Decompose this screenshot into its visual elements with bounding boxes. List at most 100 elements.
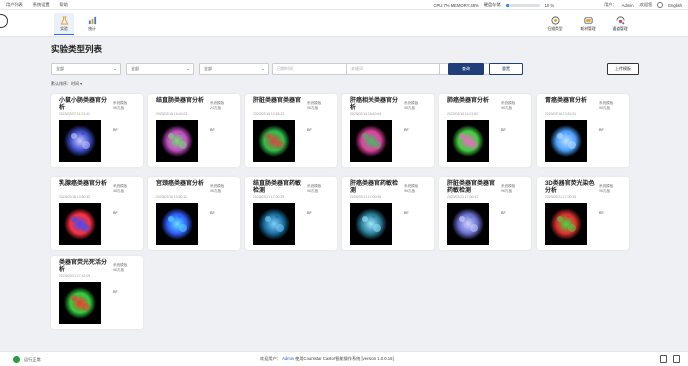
experiment-card[interactable]: 结直肠类器官分析 2023/02/16 16:40:03 系统模板 24孔板 BF xyxy=(148,94,240,167)
search-button[interactable]: 查询 xyxy=(448,63,484,75)
menu-help[interactable]: 帮助 xyxy=(60,2,68,8)
card-title: 胃癌类器官分析 xyxy=(545,98,588,104)
experiment-card[interactable]: 3D类器官荧光染色分析 2023/02/21 17:00:25 系统模板 96孔板 BF xyxy=(537,177,629,250)
welcome-text: ,欢迎您 xyxy=(638,2,653,7)
card-plate-type: 48孔板 xyxy=(113,189,125,193)
user-name[interactable]: Admin xyxy=(622,3,634,8)
tool-channels-label: 通道管理 xyxy=(612,27,628,31)
footer-welcome: 欢迎用户： xyxy=(260,356,281,361)
card-date: 2023/02/16 10:25:23 xyxy=(253,112,285,116)
card-channel: BF xyxy=(404,211,409,215)
card-meta: 系统模板 96孔板 xyxy=(113,263,127,273)
chevron-down-icon: ⌄ xyxy=(185,66,190,72)
channel-icon xyxy=(615,15,625,25)
card-title: 小鼠小肠类器官分析 xyxy=(59,98,108,111)
footer-actions xyxy=(660,355,680,363)
tool-experiment[interactable]: 实验 xyxy=(54,13,74,35)
card-plate-type: 96孔板 xyxy=(501,106,513,110)
card-channel: BF xyxy=(307,211,312,215)
card-meta: 系统模板 96孔板 xyxy=(113,101,127,111)
filter-select-3[interactable]: 全部 ⌄ xyxy=(199,63,269,75)
experiment-card[interactable]: 肝脏类器官类器官 2023/02/16 10:25:23 系统模板 96孔板 BF xyxy=(245,94,337,167)
run-status: 运行正常 xyxy=(13,356,41,363)
card-title: 肝癌类器官药敏检测 xyxy=(350,181,399,194)
card-meta: 系统模板 96孔板 xyxy=(599,101,613,111)
power-icon[interactable] xyxy=(657,2,664,8)
experiment-card[interactable]: 胃癌类器官分析 2023/02/16 10:51:51 系统模板 96孔板 BF xyxy=(537,94,629,167)
card-thumbnail xyxy=(545,120,587,162)
language-switch[interactable]: English xyxy=(668,3,682,8)
tool-statistics-label: 统计 xyxy=(88,27,96,31)
consumable-icon xyxy=(583,15,593,25)
filter-select-1-value: 全部 xyxy=(56,66,64,71)
card-plate-type: 96孔板 xyxy=(404,189,416,193)
sort-control[interactable]: 默认排序：时间 ▾ xyxy=(51,81,82,87)
tool-consumables[interactable]: 耗材管理 xyxy=(578,13,598,35)
card-meta: 系统模板 96孔板 xyxy=(210,184,224,194)
date-search-placeholder: 日期时间 xyxy=(277,66,293,71)
card-plate-type: 96孔板 xyxy=(599,189,611,193)
experiment-card[interactable]: 肝癌类器官药敏检测 2023/02/21 17:00:55 系统模板 96孔板 BF xyxy=(342,177,434,250)
upload-template-button[interactable]: 上传模板 xyxy=(607,63,639,75)
cpu-memory-readout: CPU:7% MEMORY:48% xyxy=(433,2,479,8)
card-date: 2023/02/16 10:50:11 xyxy=(156,195,187,199)
card-meta: 系统模板 96孔板 xyxy=(404,184,418,194)
tool-channels[interactable]: 通道管理 xyxy=(610,13,630,35)
reset-button[interactable]: 重置 xyxy=(489,63,523,75)
tool-experiment-label: 实验 xyxy=(60,27,68,31)
experiment-icon xyxy=(59,15,69,25)
calculator-icon[interactable] xyxy=(660,355,667,363)
card-title: 结直肠类器官分析 xyxy=(156,98,205,104)
keyword-search-input[interactable]: 关键词 xyxy=(346,63,440,75)
card-title: 3D类器官荧光染色分析 xyxy=(545,181,595,194)
card-title: 宫颈癌类器官分析 xyxy=(156,181,205,187)
card-plate-type: 96孔板 xyxy=(113,268,125,272)
disk-percent: 10 % xyxy=(544,2,555,8)
card-thumbnail xyxy=(447,203,489,245)
card-thumbnail xyxy=(350,203,392,245)
card-channel: BF xyxy=(599,211,604,215)
tool-scan-type[interactable]: 扫描类型 xyxy=(545,13,565,35)
card-plate-type: 24孔板 xyxy=(210,106,222,110)
experiment-card[interactable]: 肺癌类器官分析 2023/02/16 11:01:52 系统模板 96孔板 BF xyxy=(439,94,531,167)
card-title: 肝脏类器官类器官 xyxy=(253,98,302,104)
card-meta: 系统模板 96孔板 xyxy=(307,101,321,111)
menu-system-settings[interactable]: 系统设置 xyxy=(33,2,50,8)
card-title: 肺癌类器官分析 xyxy=(447,98,490,104)
page-title: 实验类型列表 xyxy=(51,44,103,54)
card-plate-type: 96孔板 xyxy=(307,189,319,193)
card-thumbnail xyxy=(156,203,198,245)
card-date: 2023/02/21 17:00:55 xyxy=(350,195,382,199)
experiment-card[interactable]: 宫颈癌类器官分析 2023/02/16 10:50:11 系统模板 96孔板 BF xyxy=(148,177,240,250)
card-plate-type: 96孔板 xyxy=(404,106,416,110)
filter-select-2[interactable]: 全部 ⌄ xyxy=(126,63,194,75)
experiment-card[interactable]: 小鼠小肠类器官分析 2023/02/07 11:21:41 系统模板 96孔板 BF xyxy=(51,94,143,167)
sort-value: 时间 xyxy=(71,81,79,86)
experiment-card[interactable]: 肝脏类器官类器官药敏检测 2023/02/21 17:00:41 系统模板 96孔板 B… xyxy=(439,177,531,250)
card-channel: BF xyxy=(501,128,506,132)
filter-select-2-value: 全部 xyxy=(131,66,139,71)
run-status-text: 运行正常 xyxy=(24,356,41,362)
user-label: 用户： xyxy=(604,2,617,7)
card-date: 2023/02/16 11:01:52 xyxy=(447,112,478,116)
experiment-card[interactable]: 肝癌相关类器官分析 2023/02/16 16:40:54 系统模板 96孔板 BF xyxy=(342,94,434,167)
card-thumbnail xyxy=(59,282,101,324)
filter-select-1[interactable]: 全部 ⌄ xyxy=(51,63,121,75)
card-meta: 系统模板 96孔板 xyxy=(404,101,418,111)
card-plate-type: 96孔板 xyxy=(599,106,611,110)
experiment-card[interactable]: 乳腺癌类器官分析 2023/02/16 10:50:32 系统模板 48孔板 BF xyxy=(51,177,143,250)
experiment-card[interactable]: 结直肠类器官药敏检测 2023/02/21 17:00:29 系统模板 96孔板 BF xyxy=(245,177,337,250)
card-thumbnail xyxy=(59,203,101,245)
tool-scan-type-label: 扫描类型 xyxy=(547,27,563,31)
experiment-card[interactable]: 类器官荧光死活分析 2023/02/21 17:42:09 系统模板 96孔板 BF xyxy=(51,256,143,329)
menu-user-list[interactable]: 用户列表 xyxy=(6,2,23,8)
card-thumbnail xyxy=(447,120,489,162)
card-date: 2023/02/16 10:50:32 xyxy=(59,195,91,199)
tool-statistics[interactable]: 统计 xyxy=(82,13,102,35)
keyword-search-placeholder: 关键词 xyxy=(351,66,363,71)
card-plate-type: 96孔板 xyxy=(501,189,513,193)
document-icon[interactable] xyxy=(673,355,680,363)
card-meta: 系统模板 96孔板 xyxy=(599,184,613,194)
card-thumbnail xyxy=(59,120,101,162)
scan-type-icon xyxy=(550,15,560,25)
